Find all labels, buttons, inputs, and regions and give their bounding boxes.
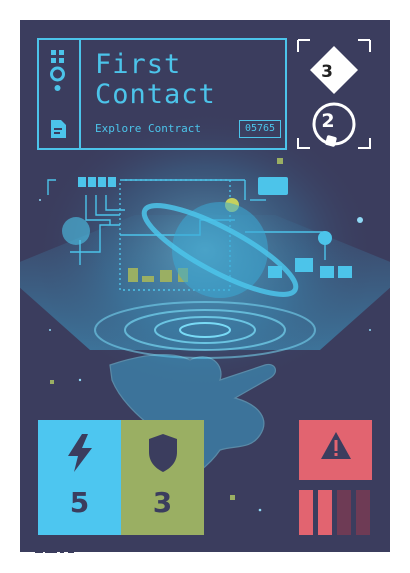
hazard-badge (299, 420, 372, 480)
planet-small (62, 217, 90, 245)
header-divider (79, 40, 81, 148)
cost-secondary-value: 2 (321, 110, 335, 132)
hazard-pip-1 (299, 490, 313, 535)
cost-frame (297, 39, 371, 149)
hazard-pips (299, 490, 370, 535)
hazard-pip-3 (337, 490, 351, 535)
energy-stat: 5 (38, 420, 121, 535)
energy-value: 5 (69, 486, 90, 519)
game-card[interactable]: First Contact Explore Contract 05765 3 2… (20, 20, 390, 552)
hazard-pip-2 (318, 490, 332, 535)
card-title-line2: Contact (95, 79, 216, 110)
faction-icons (50, 50, 66, 138)
node-blue (318, 231, 332, 245)
warning-icon (321, 432, 351, 459)
card-title-line1: First (95, 49, 182, 80)
card-header: First Contact Explore Contract 05765 (37, 38, 287, 150)
shield-icon (149, 434, 177, 472)
card-subtitle: Explore Contract (95, 122, 201, 135)
shield-stat: 3 (121, 420, 204, 535)
shield-value: 3 (152, 486, 173, 519)
hazard-pip-4 (356, 490, 370, 535)
card-code: 05765 (239, 120, 281, 138)
lightning-icon (68, 434, 92, 472)
card-title: First Contact (95, 50, 216, 110)
cost-primary-value: 3 (321, 62, 333, 82)
footer-glyphs (35, 545, 74, 553)
